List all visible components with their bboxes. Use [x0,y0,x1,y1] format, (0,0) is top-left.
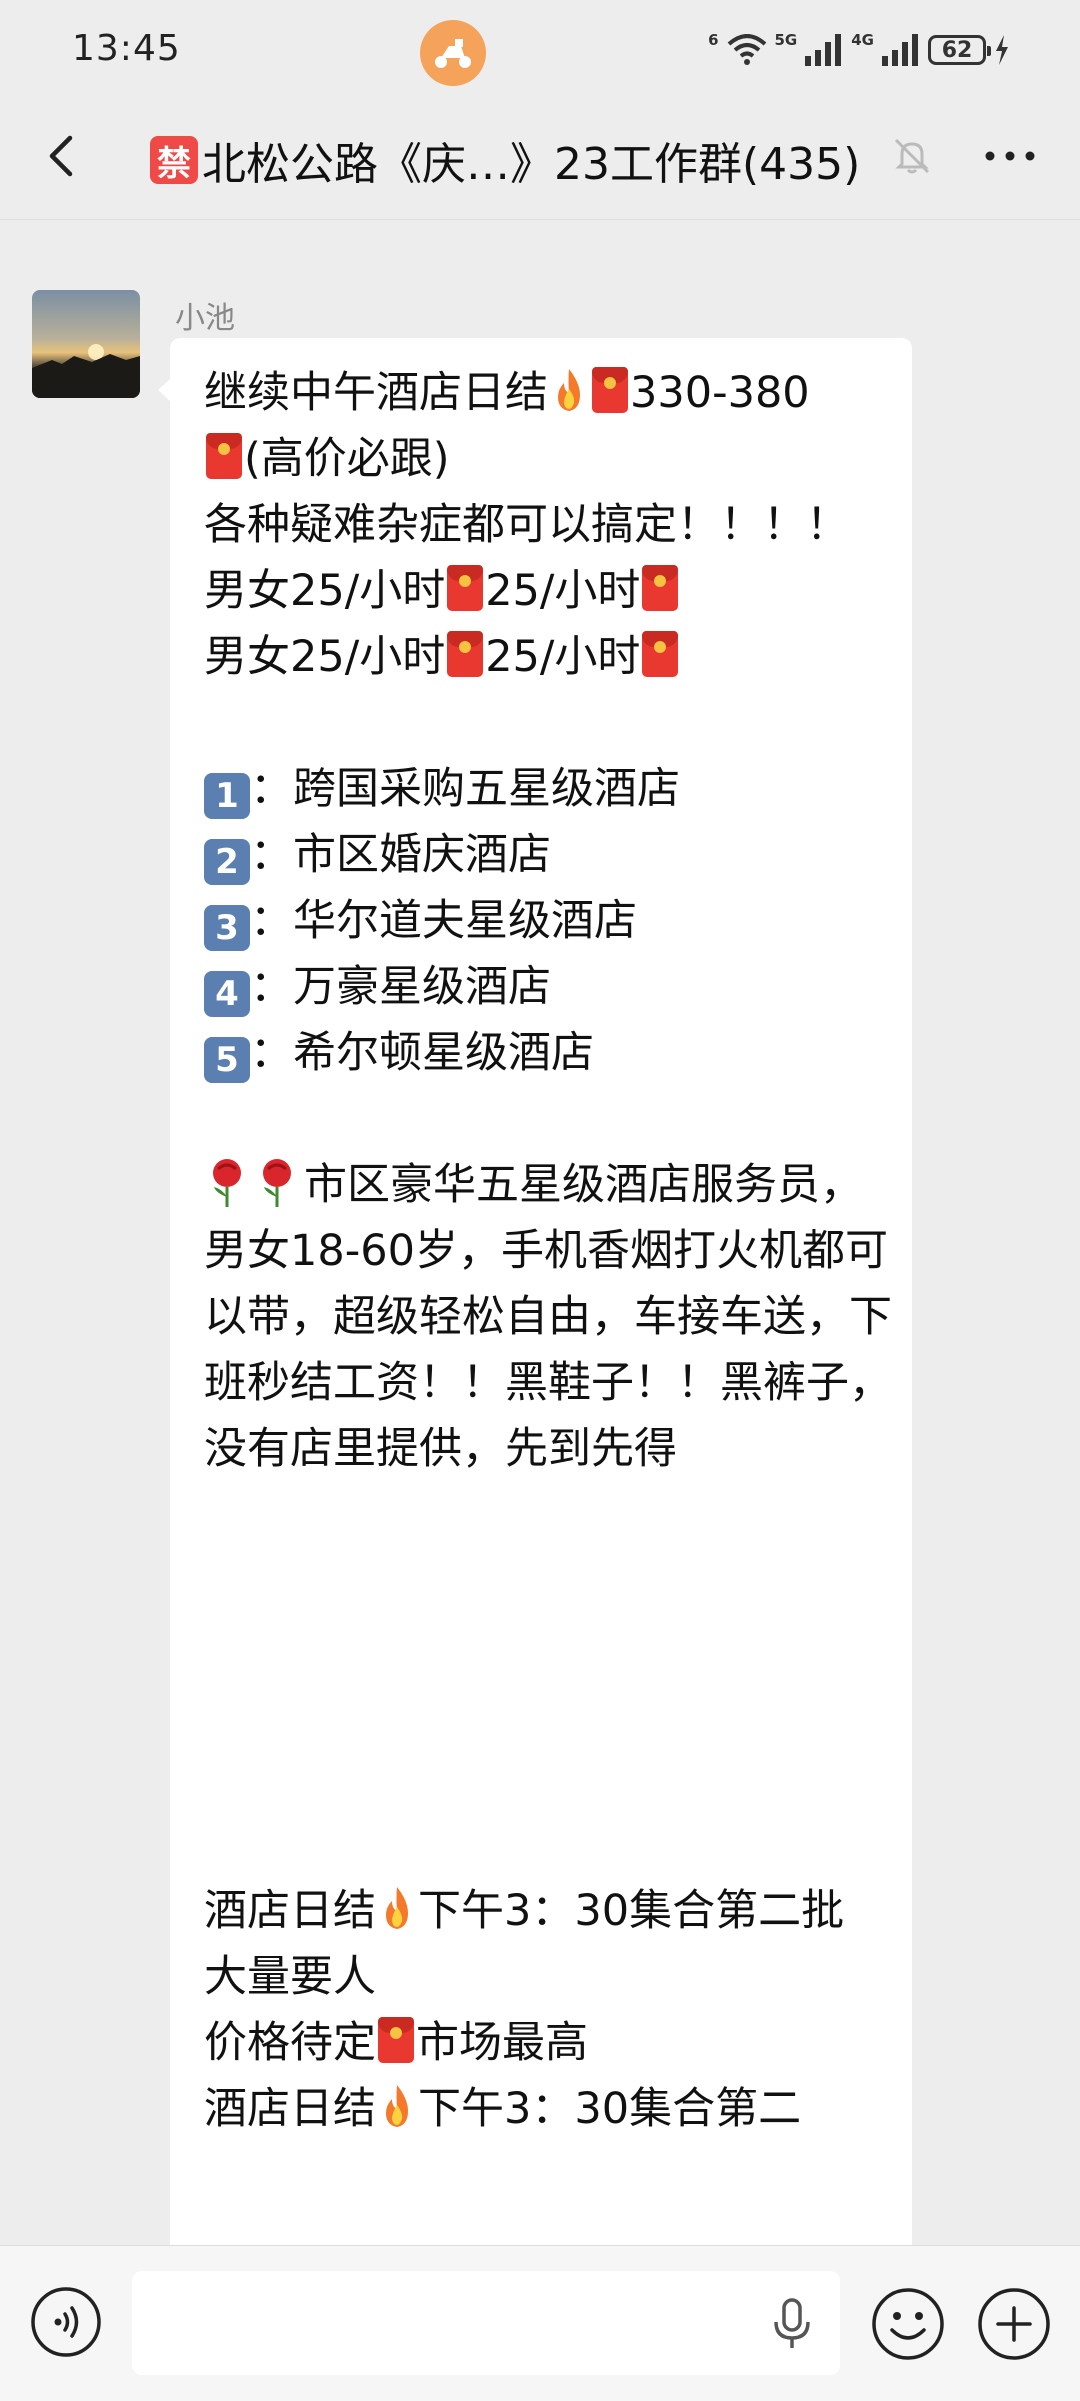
hotel-item-3: ：华尔道夫星级酒店 [250,896,637,946]
second-batch-title: 酒店日结 [204,1886,376,1936]
hotel-item-4: ：万豪星级酒店 [250,962,551,1012]
charging-icon [996,35,1008,65]
chat-header: 禁 北松公路《庆…》23工作群(435) [0,100,1080,220]
smiley-icon [872,2288,944,2360]
repeat-time: 下午3：30集合第二 [418,2084,802,2134]
message-text: 继续中午酒店日结 330-380 (高价必跟) 各种疑难杂症都可以搞定！！！！ 男… [204,360,894,2142]
wifi-icon [727,34,766,65]
red-envelope-icon [447,631,484,677]
red-envelope-icon [592,367,628,413]
keycap-4-icon: 4 [204,971,250,1017]
chevron-left-icon [49,135,73,177]
keycap-2-icon: 2 [204,839,250,885]
emoji-button[interactable] [870,2286,946,2362]
plus-icon [978,2288,1050,2360]
rose-emoji-icon [213,1159,241,1207]
input-bar [0,2245,1080,2401]
message-input[interactable] [132,2271,840,2375]
more-button[interactable] [980,136,1040,176]
status-time: 13:45 [72,28,181,69]
wage-text-1: 男女25/小时 [204,566,446,616]
chat-title-text: 北松公路《庆…》23工作群(435) [202,139,861,190]
red-envelope-icon [447,565,484,611]
price-range: 330-380 [630,368,810,418]
signal-icon-2 [882,34,918,66]
status-icons: 6 5G 4G 62 [708,28,1010,72]
message-bubble[interactable]: 继续中午酒店日结 330-380 (高价必跟) 各种疑难杂症都可以搞定！！！！ 男… [170,338,912,2258]
keycap-3-icon: 3 [204,905,250,951]
chat-title[interactable]: 禁 北松公路《庆…》23工作群(435) [150,128,860,192]
job-description: 市区豪华五星级酒店服务员，男女18-60岁，手机香烟打火机都可以带，超级轻松自由… [204,1160,892,1474]
more-actions-button[interactable] [976,2286,1052,2362]
scooter-app-icon [420,20,486,86]
microphone-icon[interactable] [770,2296,814,2352]
sender-name: 小池 [175,301,235,336]
hotel-item-2: ：市区婚庆酒店 [250,830,551,880]
wage-text-2: 25/小时 [485,566,641,616]
wage-text-4: 25/小时 [485,632,641,682]
red-envelope-icon [378,2017,414,2063]
signal-icon-1 [805,34,842,66]
wage-text-3: 男女25/小时 [204,632,446,682]
line-1-text: 继续中午酒店日结 [204,368,548,418]
mute-bell-icon [890,134,934,178]
wifi-label: 6 [708,31,719,49]
battery-icon: 62 [928,35,991,65]
fire-emoji-icon [386,1887,408,1929]
forbidden-emoji-badge: 禁 [150,136,198,184]
header-divider [0,219,1080,220]
rose-emoji-icon [263,1159,291,1207]
line-2-text: (高价必跟) [244,434,450,484]
hotel-item-5: ：希尔顿星级酒店 [250,1028,594,1078]
keycap-5-icon: 5 [204,1037,250,1083]
sender-avatar[interactable] [32,290,140,398]
red-envelope-icon [642,565,679,611]
line-3-text: 各种疑难杂症都可以搞定！！！！ [204,500,849,550]
market-highest: 市场最高 [416,2018,588,2068]
more-dots-icon [985,151,1035,161]
network-2-label: 4G [851,31,874,49]
red-envelope-icon [642,631,679,677]
status-bar: 13:45 6 5G 4G 62 [0,0,1080,100]
battery-level: 62 [941,37,973,63]
voice-mode-button[interactable] [30,2286,102,2358]
repeat-title: 酒店日结 [204,2084,376,2134]
hotel-item-1: ：跨国采购五星级酒店 [250,764,680,814]
back-button[interactable] [34,126,94,186]
keycap-1-icon: 1 [204,773,250,819]
fire-emoji-icon [558,369,580,411]
voice-icon [31,2287,101,2357]
red-envelope-icon [206,433,242,479]
fire-emoji-icon [386,2085,408,2127]
network-1-label: 5G [774,31,798,49]
price-pending: 价格待定 [204,2018,376,2068]
